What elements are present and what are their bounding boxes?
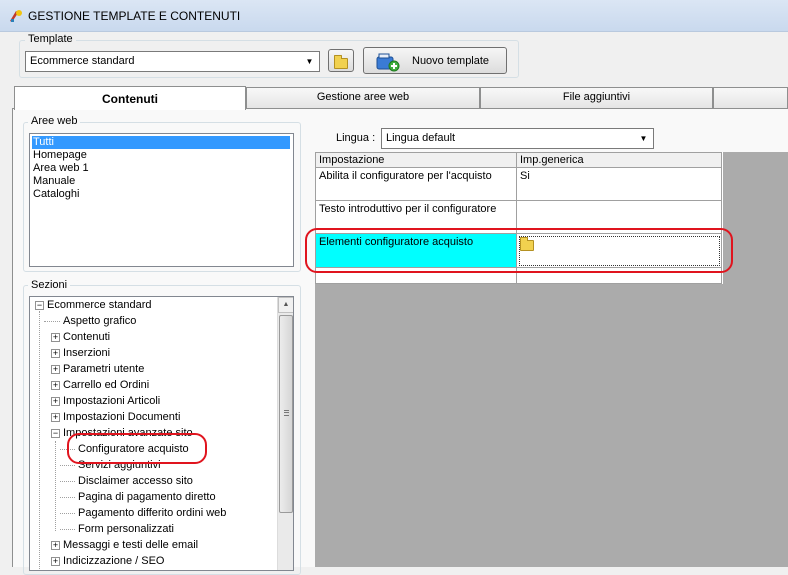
setting-name-cell-highlighted[interactable]: Elementi configuratore acquisto (315, 234, 517, 268)
list-item[interactable]: Homepage (32, 149, 290, 162)
setting-name-cell[interactable] (315, 268, 517, 284)
template-select[interactable]: Ecommerce standard ▼ (25, 51, 320, 72)
expand-icon[interactable]: + (51, 381, 60, 390)
aree-web-label: Aree web (28, 115, 81, 127)
lingua-select-value: Lingua default (386, 132, 456, 144)
browse-template-button[interactable] (328, 49, 354, 72)
scroll-up-icon[interactable]: ▲ (278, 297, 293, 313)
list-item[interactable]: Tutti (32, 136, 290, 149)
new-template-button[interactable]: Nuovo template (363, 47, 507, 74)
tab-file-aggiuntivi-label: File aggiuntivi (562, 91, 631, 103)
expand-icon[interactable]: + (51, 365, 60, 374)
chevron-down-icon[interactable]: ▼ (302, 54, 317, 69)
tab-gestione-aree-web-label: Gestione aree web (316, 91, 410, 103)
tree-node[interactable]: Form personalizzati (78, 521, 174, 537)
setting-value-cell[interactable] (517, 201, 722, 234)
tree-node[interactable]: Messaggi e testi delle email (63, 537, 198, 553)
tree-node[interactable]: Servizi aggiuntivi (78, 457, 161, 473)
sezioni-label: Sezioni (28, 279, 71, 291)
folder-icon (334, 55, 348, 69)
setting-value-cell-focused[interactable] (517, 234, 722, 268)
tab-contenuti-label: Contenuti (102, 92, 158, 106)
list-item[interactable]: Area web 1 (32, 162, 290, 175)
tree-node-selected[interactable]: Configuratore acquisto (78, 441, 189, 457)
settings-grid-area: Impostazione Imp.generica Abilita il con… (315, 152, 788, 567)
setting-value-cell[interactable] (517, 268, 722, 284)
tab-more[interactable] (713, 87, 788, 108)
tree-node[interactable]: Parametri utente (63, 361, 144, 377)
app-icon (10, 10, 22, 22)
tree-node[interactable]: Aspetto grafico (63, 313, 136, 329)
tree-node[interactable]: Impostazioni Articoli (63, 393, 160, 409)
tree-node[interactable]: Inserzioni (63, 345, 110, 361)
folder-open-icon[interactable] (520, 237, 534, 251)
list-item[interactable]: Cataloghi (32, 188, 290, 201)
expand-icon[interactable]: + (51, 557, 60, 566)
column-header[interactable]: Imp.generica (517, 152, 722, 168)
tree-node[interactable]: Impostazioni avanzate sito (63, 425, 193, 441)
list-item[interactable]: Manuale (32, 175, 290, 188)
expand-icon[interactable]: + (51, 413, 60, 422)
column-header[interactable]: Impostazione (315, 152, 517, 168)
tree-scrollbar[interactable]: ▲ (277, 297, 293, 570)
tree-node[interactable]: Carrello ed Ordini (63, 377, 149, 393)
template-label: Template (25, 33, 76, 45)
tree-node[interactable]: Pagina di pagamento diretto (78, 489, 216, 505)
setting-name-cell[interactable]: Testo introduttivo per il configuratore (315, 201, 517, 234)
expand-icon[interactable]: + (51, 349, 60, 358)
sezioni-tree[interactable]: − Ecommerce standard Aspetto grafico + C… (29, 296, 294, 571)
tree-node[interactable]: Disclaimer accesso sito (78, 473, 193, 489)
template-select-value: Ecommerce standard (30, 55, 135, 67)
settings-grid[interactable]: Impostazione Imp.generica Abilita il con… (315, 152, 723, 284)
new-template-icon (376, 53, 400, 72)
tree-node[interactable]: Ecommerce standard (47, 297, 152, 313)
collapse-icon[interactable]: − (35, 301, 44, 310)
lingua-select[interactable]: Lingua default ▼ (381, 128, 654, 149)
expand-icon[interactable]: + (51, 397, 60, 406)
collapse-icon[interactable]: − (51, 429, 60, 438)
tree-node[interactable]: Pagamento differito ordini web (78, 505, 226, 521)
window-title: GESTIONE TEMPLATE E CONTENUTI (28, 9, 241, 23)
aree-web-list[interactable]: Tutti Homepage Area web 1 Manuale Catalo… (29, 133, 294, 267)
tab-gestione-aree-web[interactable]: Gestione aree web (246, 87, 480, 108)
tree-node[interactable]: Impostazioni Documenti (63, 409, 180, 425)
chevron-down-icon[interactable]: ▼ (636, 131, 651, 146)
tab-contenuti[interactable]: Contenuti (14, 86, 246, 110)
tree-node[interactable]: Contenuti (63, 329, 110, 345)
expand-icon[interactable]: + (51, 541, 60, 550)
scroll-thumb[interactable] (279, 315, 293, 513)
setting-value-cell[interactable]: Si (517, 168, 722, 201)
expand-icon[interactable]: + (51, 333, 60, 342)
title-bar: GESTIONE TEMPLATE E CONTENUTI (0, 0, 788, 32)
tab-file-aggiuntivi[interactable]: File aggiuntivi (480, 87, 713, 108)
lingua-label: Lingua : (336, 132, 376, 144)
setting-name-cell[interactable]: Abilita il configuratore per l'acquisto (315, 168, 517, 201)
new-template-label: Nuovo template (412, 55, 490, 67)
